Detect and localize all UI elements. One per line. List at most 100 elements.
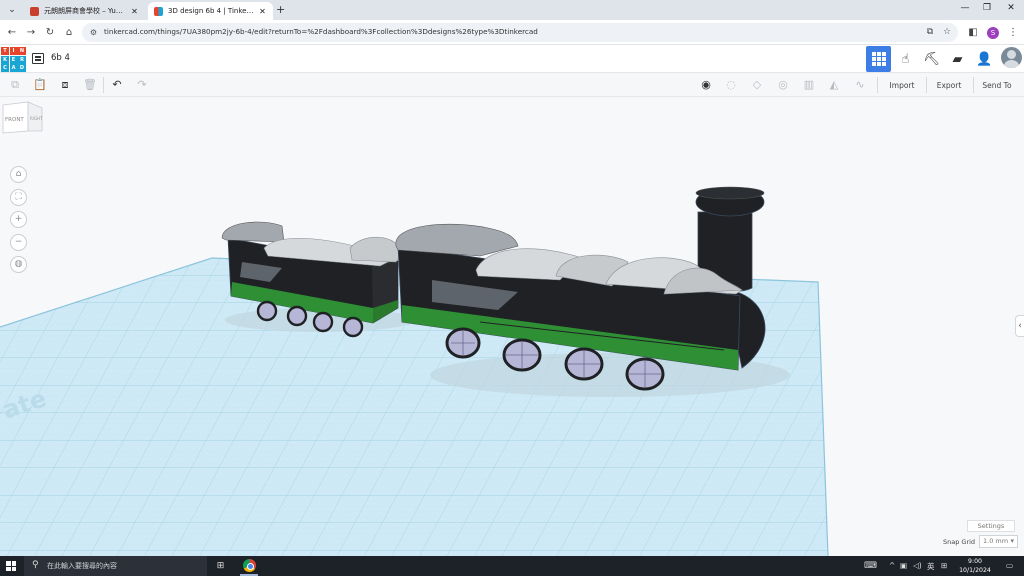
view-cube[interactable]: FRONT RIGHT xyxy=(0,97,44,137)
snap-grid-label: Snap Grid xyxy=(943,538,976,546)
taskbar-clock[interactable]: 9:00 10/1/2024 xyxy=(957,557,993,575)
close-icon[interactable]: ✕ xyxy=(1004,3,1018,13)
pickaxe-icon: ⛏ xyxy=(923,51,940,67)
copy-icon[interactable]: ⧉ xyxy=(8,78,22,92)
user-avatar[interactable] xyxy=(1001,47,1022,68)
design-list-icon[interactable] xyxy=(32,53,44,64)
browser-tab-school[interactable]: 元朗朗屏商會學校 – Yuen Long... ✕ xyxy=(24,2,145,20)
chrome-icon[interactable] xyxy=(243,559,256,572)
toolbar-divider xyxy=(926,77,927,93)
keyboard-icon[interactable]: ⌨ xyxy=(864,560,877,573)
url-field[interactable]: ⚙ tinkercad.com/things/7UA380pm2jy-6b-4/… xyxy=(82,23,958,42)
site-info-icon[interactable]: ⚙ xyxy=(88,27,99,38)
notes-icon[interactable]: ◉ xyxy=(699,78,713,92)
duplicate-icon[interactable]: ⧈ xyxy=(58,78,72,92)
profile-avatar[interactable]: S xyxy=(987,27,999,39)
fit-view-icon[interactable]: ⛶ xyxy=(10,189,27,206)
taskbar-search-placeholder: 在此輸入要搜尋的內容 xyxy=(47,562,117,570)
3d-view-button[interactable] xyxy=(866,46,891,72)
ime-mode-icon[interactable]: ⊞ xyxy=(941,561,947,570)
toolbar-divider xyxy=(103,77,104,93)
reload-icon[interactable]: ↻ xyxy=(43,26,57,40)
home-view-icon[interactable]: ⌂ xyxy=(10,166,27,183)
workplane-scene[interactable]: ate xyxy=(0,97,1024,556)
zoom-in-icon[interactable]: + xyxy=(10,211,27,228)
minimize-icon[interactable]: — xyxy=(958,3,972,13)
windows-taskbar: ⚲ 在此輸入要搜尋的內容 ⊞ ⌨ ^ ▣ ◁) 英 ⊞ 9:00 10/1/20… xyxy=(0,556,1024,576)
logo-letter: E xyxy=(9,55,18,64)
close-tab-icon[interactable]: ✕ xyxy=(258,7,267,16)
hole-shape-icon[interactable]: ◎ xyxy=(776,78,790,92)
restore-icon[interactable]: ❐ xyxy=(980,3,994,13)
notification-icon[interactable]: ▭ xyxy=(1006,561,1013,570)
taskbar-search[interactable]: ⚲ 在此輸入要搜尋的內容 xyxy=(24,556,207,576)
close-tab-icon[interactable]: ✕ xyxy=(130,7,139,16)
view-cube-front-label: FRONT xyxy=(5,117,24,123)
tab-title: 3D design 6b 4 | Tinkercad xyxy=(168,7,254,15)
network-icon[interactable]: ▣ xyxy=(900,561,907,570)
light-bulb-icon[interactable]: ◌ xyxy=(724,78,738,92)
import-button[interactable]: Import xyxy=(884,78,920,93)
undo-icon[interactable]: ↶ xyxy=(110,78,124,92)
install-icon[interactable]: ⧉ xyxy=(924,27,936,38)
design-title[interactable]: 6b 4 xyxy=(51,53,70,63)
panel-toggle-icon[interactable]: ‹ xyxy=(1015,315,1024,337)
solid-shape-icon[interactable]: ◇ xyxy=(750,78,764,92)
zoom-out-icon[interactable]: − xyxy=(10,234,27,251)
tab-search-icon[interactable]: ⌄ xyxy=(6,4,18,16)
clock-date: 10/1/2024 xyxy=(959,567,991,574)
logo-letter: T xyxy=(1,47,9,55)
paste-icon[interactable]: 📋 xyxy=(33,78,47,92)
sim-lab-button[interactable]: ☝ xyxy=(893,46,918,72)
settings-button[interactable]: Settings xyxy=(967,520,1015,532)
logo-letter: R xyxy=(18,55,26,64)
forward-icon[interactable]: → xyxy=(24,26,38,40)
windows-start-icon[interactable] xyxy=(6,561,16,571)
logo-letter: K xyxy=(1,55,9,64)
snap-grid-select[interactable]: 1.0 mm xyxy=(979,535,1018,548)
grid-icon xyxy=(871,52,886,66)
view-cube-side-label: RIGHT xyxy=(30,116,43,121)
url-text[interactable]: tinkercad.com/things/7UA380pm2jy-6b-4/ed… xyxy=(104,27,538,36)
tab-title: 元朗朗屏商會學校 – Yuen Long... xyxy=(44,7,126,15)
ime-indicator[interactable]: 英 xyxy=(927,561,935,572)
browser-tab-strip: ⌄ 元朗朗屏商會學校 – Yuen Long... ✕ 3D design 6b… xyxy=(0,0,1024,20)
new-tab-icon[interactable]: + xyxy=(276,4,285,16)
task-view-icon[interactable]: ⊞ xyxy=(214,560,227,573)
volume-icon[interactable]: ◁) xyxy=(913,561,922,570)
school-favicon-icon xyxy=(30,6,39,16)
redo-icon[interactable]: ↷ xyxy=(135,78,149,92)
tray-chevron-icon[interactable]: ^ xyxy=(889,561,895,570)
brick-icon: ▰ xyxy=(952,51,963,67)
perspective-icon[interactable]: ◍ xyxy=(10,256,27,273)
logo-letter: C xyxy=(1,64,9,72)
delete-icon[interactable]: 🗑 xyxy=(83,78,97,92)
add-user-icon: 👤 xyxy=(976,51,993,67)
bricks-button[interactable]: ▰ xyxy=(945,46,970,72)
loco-chimney-rim xyxy=(695,186,765,200)
logo-letter: D xyxy=(18,64,26,72)
toolbar-divider xyxy=(973,77,974,93)
menu-icon[interactable]: ⋮ xyxy=(1006,26,1020,40)
export-button[interactable]: Export xyxy=(931,78,967,93)
logo-letter: N xyxy=(18,47,26,55)
logo-letter: I xyxy=(9,47,18,55)
workplane-viewport[interactable]: ate FRONT RIGHT ⌂ ⛶ + − ◍ ‹ Settings Sna… xyxy=(0,97,1024,556)
browser-tab-tinkercad[interactable]: 3D design 6b 4 | Tinkercad ✕ xyxy=(148,2,273,20)
search-icon: ⚲ xyxy=(32,560,39,570)
back-icon[interactable]: ← xyxy=(5,26,19,40)
send-to-button[interactable]: Send To xyxy=(978,78,1016,93)
home-icon[interactable]: ⌂ xyxy=(62,26,76,40)
bookmark-star-icon[interactable]: ☆ xyxy=(941,27,953,38)
tender-cover-front xyxy=(349,236,403,263)
blocks-button[interactable]: ⛏ xyxy=(919,46,944,72)
sidebar-icon[interactable]: ◧ xyxy=(966,26,980,40)
mirror-icon[interactable]: ◭ xyxy=(827,78,841,92)
toolbar-divider xyxy=(877,77,878,93)
align-icon[interactable]: ▥ xyxy=(802,78,816,92)
tinkercad-logo[interactable]: T I N K E R C A D xyxy=(1,47,26,72)
add-user-button[interactable]: 👤 xyxy=(972,46,997,72)
logo-letter: A xyxy=(9,64,18,72)
cruise-icon[interactable]: ∿ xyxy=(853,78,867,92)
address-bar: ← → ↻ ⌂ ⚙ tinkercad.com/things/7UA380pm2… xyxy=(0,20,1024,45)
